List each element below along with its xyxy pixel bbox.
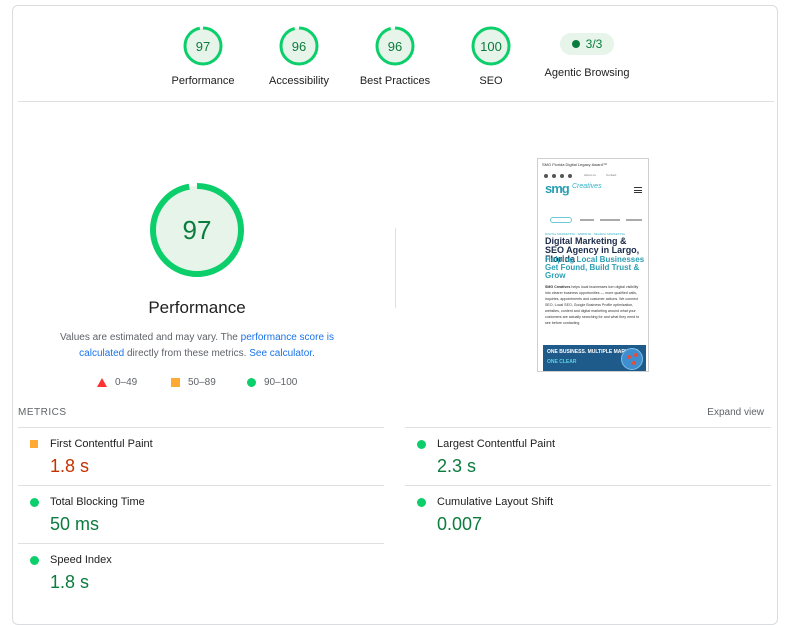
pass-circle-icon bbox=[30, 556, 39, 565]
gauge-ring: 96 bbox=[375, 26, 415, 66]
vertical-divider bbox=[395, 228, 396, 308]
hero-body: SMG Creatives helps local businesses tur… bbox=[545, 284, 643, 326]
expand-view-toggle[interactable]: Expand view bbox=[707, 407, 764, 418]
nav-tab bbox=[600, 219, 620, 221]
fail-triangle-icon bbox=[97, 378, 107, 387]
map-globe-icon bbox=[621, 348, 643, 370]
gauge-ring: 96 bbox=[279, 26, 319, 66]
metrics-heading: METRICS bbox=[18, 407, 67, 418]
social-icon bbox=[568, 174, 572, 178]
legend-fail-range: 0–49 bbox=[115, 377, 138, 388]
gauge-score: 97 bbox=[196, 39, 210, 54]
map-pin-icon bbox=[634, 353, 638, 357]
nav-tab bbox=[580, 219, 594, 221]
gauge-label: Best Practices bbox=[359, 75, 431, 87]
agentic-value: 3/3 bbox=[585, 37, 603, 51]
gauge-best-practices[interactable]: 96 Best Practices bbox=[340, 26, 450, 87]
pass-circle-icon bbox=[417, 440, 426, 449]
divider bbox=[18, 101, 774, 102]
gauge-accessibility[interactable]: 96 Accessibility bbox=[244, 26, 354, 87]
banner-line-2: ONE CLEAR bbox=[547, 359, 577, 365]
site-logo: smg bbox=[545, 181, 570, 196]
metric-speed-index: Speed Index 1.8 s bbox=[18, 543, 384, 601]
gauge-label: Performance bbox=[171, 75, 235, 87]
gauge-score: 96 bbox=[292, 39, 306, 54]
metric-label: Total Blocking Time bbox=[50, 496, 145, 508]
performance-score: 97 bbox=[183, 215, 212, 245]
average-square-icon bbox=[30, 440, 38, 448]
score-gauges: 97 Performance 96 Accessibility 96 Best … bbox=[13, 6, 777, 102]
pass-circle-icon bbox=[30, 498, 39, 507]
gauge-seo[interactable]: 100 SEO bbox=[436, 26, 546, 87]
final-screenshot-thumbnail[interactable]: SMG Florida Digital Legacy Award™ About … bbox=[537, 158, 649, 372]
metric-label: Largest Contentful Paint bbox=[437, 438, 556, 450]
performance-title: Performance bbox=[148, 298, 246, 317]
hero-subhead: Helping Local Businesses Get Found, Buil… bbox=[545, 255, 645, 280]
legend-average-range: 50–89 bbox=[188, 377, 216, 388]
site-logo-sub: Creatives bbox=[572, 183, 602, 190]
desc-text: Values are estimated and may vary. The bbox=[59, 332, 241, 343]
pass-dot-icon bbox=[571, 40, 580, 48]
metric-total-blocking-time: Total Blocking Time 50 ms bbox=[18, 485, 384, 543]
performance-gauge-ring: 97 bbox=[150, 183, 244, 277]
site-nav-tabs bbox=[542, 217, 646, 223]
lighthouse-report: 97 Performance 96 Accessibility 96 Best … bbox=[12, 5, 778, 625]
gauge-ring: 100 bbox=[471, 26, 511, 66]
metric-value: 1.8 s bbox=[50, 456, 90, 476]
gauge-label: SEO bbox=[479, 75, 503, 87]
gauge-agentic-browsing[interactable]: 3/3 Agentic Browsing bbox=[532, 26, 642, 79]
legend-fail: 0–49 bbox=[97, 377, 137, 388]
metric-label: First Contentful Paint bbox=[50, 438, 153, 450]
topbar: About us Contact bbox=[542, 173, 646, 179]
nav-tab bbox=[626, 219, 642, 221]
hero-body-text: helps local businesses turn digital visi… bbox=[545, 285, 640, 325]
legend-average: 50–89 bbox=[171, 377, 216, 388]
metric-cumulative-layout-shift: Cumulative Layout Shift 0.007 bbox=[405, 485, 771, 543]
map-pin-icon bbox=[632, 361, 636, 365]
calculator-link[interactable]: See calculator. bbox=[249, 348, 315, 359]
hero-body-lead: SMG Creatives bbox=[545, 285, 571, 289]
hamburger-menu-icon bbox=[634, 187, 642, 193]
performance-gauge-large: 97 bbox=[147, 180, 247, 280]
agentic-pill: 3/3 bbox=[559, 33, 615, 55]
pass-circle-icon bbox=[417, 498, 426, 507]
nav-tab bbox=[550, 217, 572, 223]
gauge-label: Accessibility bbox=[269, 75, 329, 87]
nav-about: About us bbox=[584, 173, 596, 177]
metric-value: 0.007 bbox=[437, 514, 483, 534]
pass-circle-icon bbox=[247, 378, 256, 387]
metric-label: Speed Index bbox=[50, 554, 112, 566]
gauge-ring: 97 bbox=[183, 26, 223, 66]
social-icon bbox=[560, 174, 564, 178]
nav-contact: Contact bbox=[606, 173, 617, 177]
award-text: SMG Florida Digital Legacy Award™ bbox=[542, 162, 607, 167]
hero-banner: ONE BUSINESS. MULTIPLE MARKETS. ONE CLEA… bbox=[543, 345, 646, 371]
desc-text: directly from these metrics. bbox=[124, 348, 250, 359]
metric-label: Cumulative Layout Shift bbox=[437, 496, 554, 508]
legend-pass-range: 90–100 bbox=[264, 377, 298, 388]
legend-pass: 90–100 bbox=[247, 377, 297, 388]
metric-largest-contentful-paint: Largest Contentful Paint 2.3 s bbox=[405, 427, 771, 485]
map-pin-icon bbox=[627, 355, 631, 359]
gauge-label: Agentic Browsing bbox=[544, 67, 630, 79]
gauge-score: 100 bbox=[480, 39, 502, 54]
gauge-score: 96 bbox=[388, 39, 402, 54]
gauge-performance[interactable]: 97 Performance bbox=[148, 26, 258, 87]
metric-value: 2.3 s bbox=[437, 456, 477, 476]
social-icon bbox=[544, 174, 548, 178]
social-icon bbox=[552, 174, 556, 178]
metric-first-contentful-paint: First Contentful Paint 1.8 s bbox=[18, 427, 384, 485]
metric-value: 50 ms bbox=[50, 514, 100, 534]
performance-description: Values are estimated and may vary. The p… bbox=[41, 330, 353, 362]
metric-value: 1.8 s bbox=[50, 572, 90, 592]
average-square-icon bbox=[171, 378, 180, 387]
